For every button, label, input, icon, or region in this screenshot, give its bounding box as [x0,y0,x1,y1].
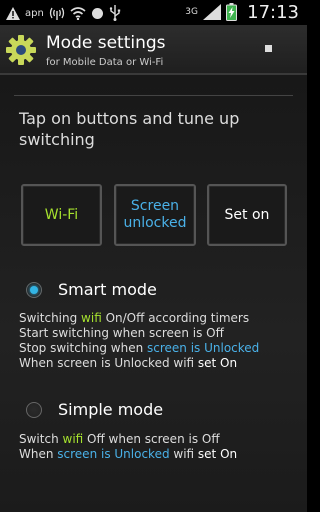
description-line: When screen is Unlocked wifi set On [19,356,238,370]
system-icons: 3G [185,3,237,21]
smart-mode-label[interactable]: Smart mode [58,280,157,299]
description-line: Start switching when screen is Off [19,326,224,340]
action-bar: Mode settings for Mobile Data or Wi-Fi [0,25,307,75]
wifi-status-icon [70,7,86,20]
usb-icon [109,5,121,21]
network-type-label: 3G [185,6,198,17]
screen-unlocked-button-label: Screen unlocked [123,198,187,231]
description-line: When screen is Unlocked wifi set On [19,447,238,461]
main-content: Tap on buttons and tune up switching Wi-… [0,75,307,512]
description-line: Switching wifi On/Off according timers [19,311,250,325]
wifi-button[interactable]: Wi-Fi [21,184,102,246]
gear-icon[interactable] [5,34,37,66]
intro-text: Tap on buttons and tune up switching [19,109,240,149]
set-on-button-label: Set on [224,206,270,223]
set-on-button[interactable]: Set on [207,184,287,246]
notification-icons: apn [6,5,121,21]
divider [14,95,293,96]
simple-mode-label[interactable]: Simple mode [58,400,163,419]
simple-mode-radio[interactable] [26,402,42,418]
description-line: Stop switching when screen is Unlocked [19,341,260,355]
simple-mode-description: Switch wifi Off when screen is Off When … [19,432,237,462]
signal-strength-icon [203,4,221,20]
page-title: Mode settings [46,33,166,53]
status-bar: apn 3G 17:13 [0,0,307,25]
battery-charging-icon [226,3,237,21]
description-line: Switch wifi Off when screen is Off [19,432,220,446]
wireless-antenna-icon [49,7,64,20]
wifi-button-label: Wi-Fi [44,206,79,223]
page-subtitle: for Mobile Data or Wi-Fi [46,57,164,68]
smart-mode-description: Switching wifi On/Off according timers S… [19,311,259,371]
circle-status-icon [91,7,103,19]
clock: 17:13 [247,2,299,23]
carrier-label: apn [25,7,44,19]
screen-unlocked-button[interactable]: Screen unlocked [114,184,196,246]
smart-mode-radio[interactable] [26,282,42,298]
overflow-menu-icon[interactable] [265,45,272,52]
warning-icon [6,6,20,20]
